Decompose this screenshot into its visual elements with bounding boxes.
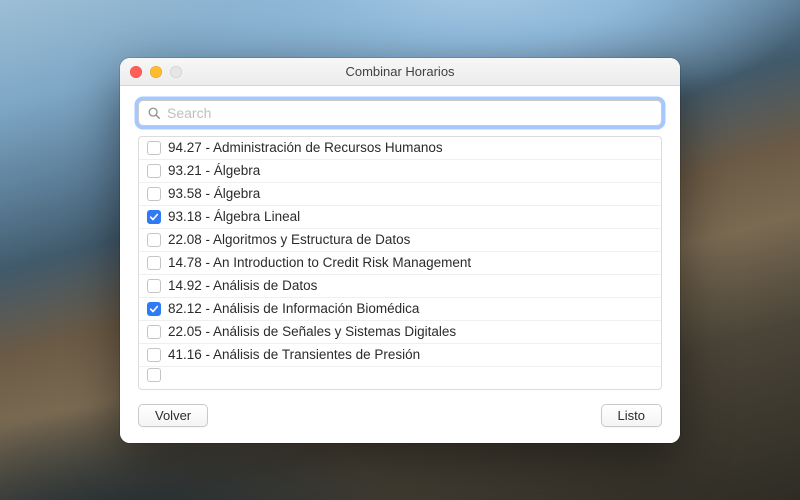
list-item-label: 94.27 - Administración de Recursos Human… <box>168 140 443 155</box>
list-item-label: 93.18 - Álgebra Lineal <box>168 209 300 224</box>
checkbox[interactable] <box>147 141 161 155</box>
list-item[interactable]: 93.58 - Álgebra <box>139 183 661 206</box>
done-button[interactable]: Listo <box>601 404 662 427</box>
list-item-label: 22.08 - Algoritmos y Estructura de Datos <box>168 232 410 247</box>
list-item[interactable]: 14.92 - Análisis de Datos <box>139 275 661 298</box>
checkbox[interactable] <box>147 348 161 362</box>
back-button[interactable]: Volver <box>138 404 208 427</box>
list-item[interactable]: 41.16 - Análisis de Transientes de Presi… <box>139 344 661 367</box>
list-item-label: 41.16 - Análisis de Transientes de Presi… <box>168 347 420 362</box>
checkbox[interactable] <box>147 368 161 382</box>
list-item[interactable]: 94.27 - Administración de Recursos Human… <box>139 137 661 160</box>
search-icon <box>147 106 161 120</box>
search-input[interactable] <box>167 105 653 121</box>
checkbox[interactable] <box>147 256 161 270</box>
checkbox[interactable] <box>147 164 161 178</box>
dialog-footer: Volver Listo <box>138 404 662 427</box>
list-item-label: 93.21 - Álgebra <box>168 163 260 178</box>
close-icon[interactable] <box>130 66 142 78</box>
checkbox[interactable] <box>147 279 161 293</box>
list-item[interactable]: 22.08 - Algoritmos y Estructura de Datos <box>139 229 661 252</box>
titlebar: Combinar Horarios <box>120 58 680 86</box>
list-item[interactable]: 93.21 - Álgebra <box>139 160 661 183</box>
list-item-label: 93.58 - Álgebra <box>168 186 260 201</box>
checkbox[interactable] <box>147 233 161 247</box>
list-item-label: 22.05 - Análisis de Señales y Sistemas D… <box>168 324 456 339</box>
checkbox[interactable] <box>147 325 161 339</box>
window-controls <box>130 66 182 78</box>
list-item-label: 14.78 - An Introduction to Credit Risk M… <box>168 255 471 270</box>
zoom-icon[interactable] <box>170 66 182 78</box>
minimize-icon[interactable] <box>150 66 162 78</box>
list-item-label: 14.92 - Análisis de Datos <box>168 278 317 293</box>
list-item[interactable]: 22.05 - Análisis de Señales y Sistemas D… <box>139 321 661 344</box>
checkbox[interactable] <box>147 210 161 224</box>
course-list[interactable]: 94.27 - Administración de Recursos Human… <box>138 136 662 390</box>
list-item[interactable] <box>139 367 661 383</box>
dialog-window: Combinar Horarios 94.27 - Administración… <box>120 58 680 443</box>
list-item[interactable]: 82.12 - Análisis de Información Biomédic… <box>139 298 661 321</box>
checkbox[interactable] <box>147 187 161 201</box>
list-item[interactable]: 93.18 - Álgebra Lineal <box>139 206 661 229</box>
search-field-wrapper[interactable] <box>138 100 662 126</box>
list-item-label: 82.12 - Análisis de Información Biomédic… <box>168 301 419 316</box>
window-title: Combinar Horarios <box>120 64 680 79</box>
desktop-background: Combinar Horarios 94.27 - Administración… <box>0 0 800 500</box>
content-area: 94.27 - Administración de Recursos Human… <box>120 86 680 443</box>
checkbox[interactable] <box>147 302 161 316</box>
list-item[interactable]: 14.78 - An Introduction to Credit Risk M… <box>139 252 661 275</box>
